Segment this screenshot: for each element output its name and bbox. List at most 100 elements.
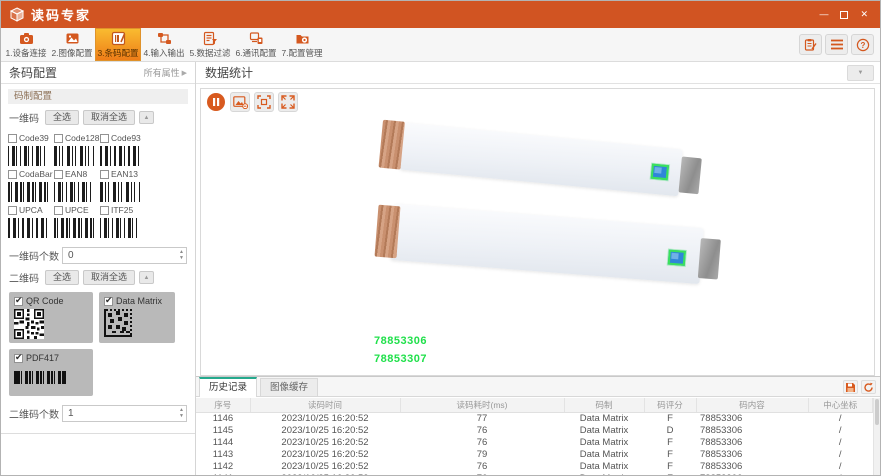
- right-panel-header: 数据统计 ▼: [196, 62, 880, 84]
- barcode-type-label: EAN8: [65, 169, 87, 179]
- twod-count-input[interactable]: 1 ▲▼: [62, 405, 187, 422]
- oned-deselect-all-button[interactable]: 取消全选: [83, 110, 135, 125]
- barcode-type-item[interactable]: Code128: [54, 133, 99, 166]
- barcode-type-item[interactable]: CodaBar: [8, 169, 53, 202]
- spinner-arrows-icon[interactable]: ▲▼: [179, 248, 184, 263]
- fullscreen-icon: [281, 95, 295, 109]
- tab-image-config[interactable]: 2.图像配置: [49, 28, 95, 61]
- barcode-type-item[interactable]: EAN13: [100, 169, 145, 202]
- qrcode-tile[interactable]: QR Code: [9, 292, 93, 343]
- help-button[interactable]: ?: [851, 34, 874, 55]
- checkbox-icon[interactable]: [100, 170, 109, 179]
- image-clear-button[interactable]: [230, 92, 250, 112]
- tab-label: 6.通讯配置: [235, 47, 276, 59]
- fit-view-button[interactable]: [254, 92, 274, 112]
- barcode-sample-image: [100, 218, 140, 238]
- barcode-type-item[interactable]: UPCA: [8, 205, 53, 238]
- tab-device-connect[interactable]: 1.设备连接: [3, 28, 49, 61]
- close-icon[interactable]: ✕: [860, 10, 868, 19]
- tab-barcode-config[interactable]: 3.条码配置: [95, 28, 141, 61]
- col-header: 码内容: [696, 398, 808, 412]
- checkbox-icon[interactable]: [14, 297, 23, 306]
- spinner-arrows-icon[interactable]: ▲▼: [179, 406, 184, 421]
- pdf417-sample-image: [14, 371, 66, 384]
- table-scrollbar[interactable]: [873, 398, 880, 475]
- checkbox-icon[interactable]: [14, 354, 23, 363]
- col-header: 读码时间: [250, 398, 400, 412]
- oned-count-label: 一维码个数: [9, 248, 62, 263]
- table-row[interactable]: 1144 2023/10/25 16:20:52 76 Data Matrix …: [196, 436, 873, 448]
- io-icon: [157, 31, 172, 46]
- twod-label: 二维码: [9, 270, 39, 285]
- detected-code-highlight: [651, 164, 669, 181]
- barcode-sample-image: [100, 182, 140, 202]
- barcode-type-label: UPCA: [19, 205, 43, 215]
- fullscreen-button[interactable]: [278, 92, 298, 112]
- barcode-type-item[interactable]: UPCE: [54, 205, 99, 238]
- checkbox-icon[interactable]: [8, 206, 17, 215]
- datamatrix-label: Data Matrix: [116, 296, 162, 306]
- camera-icon: [19, 31, 34, 46]
- checkbox-icon[interactable]: [104, 297, 113, 306]
- tab-input-output[interactable]: 4.输入输出: [141, 28, 187, 61]
- history-table[interactable]: 序号 读码时间 读码耗时(ms) 码制 码评分 码内容 中心坐标: [196, 398, 873, 475]
- tab-data-filter[interactable]: 5.数据过滤: [187, 28, 233, 61]
- refresh-button[interactable]: [861, 380, 876, 394]
- checkbox-icon[interactable]: [100, 206, 109, 215]
- twod-select-all-button[interactable]: 全选: [45, 270, 79, 285]
- minimize-icon[interactable]: —: [819, 10, 828, 19]
- save-button[interactable]: [843, 380, 858, 394]
- tab-config-manage[interactable]: 7.配置管理: [279, 28, 325, 61]
- tab-comm-config[interactable]: 6.通讯配置: [233, 28, 279, 61]
- barcode-type-item[interactable]: Code39: [8, 133, 53, 166]
- oned-collapse-button[interactable]: ▲: [139, 111, 154, 124]
- oned-select-all-button[interactable]: 全选: [45, 110, 79, 125]
- table-header-row: 序号 读码时间 读码耗时(ms) 码制 码评分 码内容 中心坐标: [196, 398, 873, 412]
- table-row[interactable]: 1141 2023/10/25 16:20:52 76 Data Matrix …: [196, 472, 873, 475]
- barcode-type-label: EAN13: [111, 169, 138, 179]
- right-panel-title: 数据统计: [205, 64, 253, 81]
- history-actions: [843, 380, 876, 394]
- barcode-sample-image: [100, 146, 140, 166]
- checkbox-icon[interactable]: [8, 134, 17, 143]
- tab-history-record[interactable]: 历史记录: [199, 377, 257, 397]
- barcode-config-icon: [111, 31, 126, 46]
- table-row[interactable]: 1142 2023/10/25 16:20:52 76 Data Matrix …: [196, 460, 873, 472]
- checkbox-icon[interactable]: [54, 134, 63, 143]
- history-section: 历史记录 图像缓存: [196, 376, 880, 475]
- checkbox-icon[interactable]: [8, 170, 17, 179]
- barcode-sample-image: [54, 218, 94, 238]
- all-properties-link[interactable]: 所有属性 ▶: [144, 66, 187, 79]
- decode-result-line: 78853307: [374, 350, 427, 368]
- table-row[interactable]: 1143 2023/10/25 16:20:52 79 Data Matrix …: [196, 448, 873, 460]
- twod-code-tiles: QR Code Data Matrix: [9, 292, 187, 396]
- table-row[interactable]: 1146 2023/10/25 16:20:52 77 Data Matrix …: [196, 412, 873, 424]
- barcode-type-item[interactable]: Code93: [100, 133, 145, 166]
- panel-dropdown-button[interactable]: ▼: [847, 65, 874, 81]
- pause-icon: [206, 92, 226, 112]
- checkbox-icon[interactable]: [54, 206, 63, 215]
- twod-collapse-button[interactable]: ▲: [139, 271, 154, 284]
- col-header: 序号: [196, 398, 250, 412]
- col-header: 码评分: [644, 398, 696, 412]
- twod-deselect-all-button[interactable]: 取消全选: [83, 270, 135, 285]
- list-button[interactable]: [825, 34, 848, 55]
- checkbox-icon[interactable]: [54, 170, 63, 179]
- pdf417-tile[interactable]: PDF417: [9, 349, 93, 396]
- barcode-type-item[interactable]: EAN8: [54, 169, 99, 202]
- barcode-type-item[interactable]: ITF25: [100, 205, 145, 238]
- decode-result-line: 78853306: [374, 332, 427, 350]
- barcode-sample-image: [54, 182, 94, 202]
- barcode-type-label: Code128: [65, 133, 100, 143]
- checkbox-icon[interactable]: [100, 134, 109, 143]
- tab-label: 7.配置管理: [281, 47, 322, 59]
- log-button[interactable]: [799, 34, 822, 55]
- oned-count-input[interactable]: 0 ▲▼: [62, 247, 187, 264]
- tab-image-cache[interactable]: 图像缓存: [260, 378, 318, 396]
- scrollbar-thumb[interactable]: [875, 399, 879, 425]
- titlebar: 读码专家 — ✕: [1, 1, 880, 28]
- pause-button[interactable]: [206, 92, 226, 112]
- maximize-icon[interactable]: [840, 11, 848, 19]
- datamatrix-tile[interactable]: Data Matrix: [99, 292, 175, 343]
- table-row[interactable]: 1145 2023/10/25 16:20:52 76 Data Matrix …: [196, 424, 873, 436]
